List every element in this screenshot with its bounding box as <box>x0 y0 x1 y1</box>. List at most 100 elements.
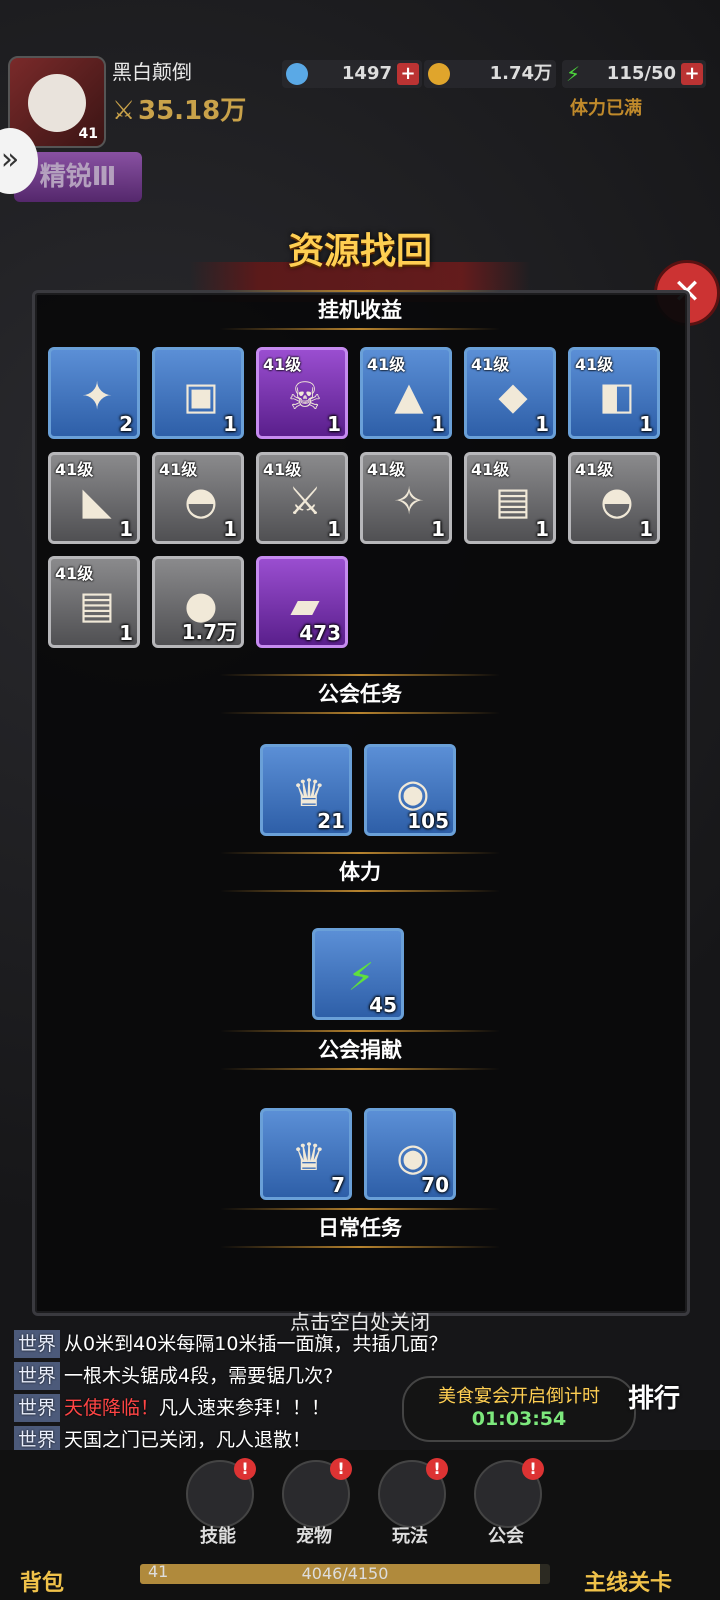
rank-button[interactable]: 排行 <box>628 1378 680 1415</box>
add-gems-button[interactable]: + <box>397 63 419 85</box>
item-level: 41级 <box>367 355 406 374</box>
reward-item[interactable]: ⚡ 45 <box>312 928 404 1020</box>
gem-value: 1497 <box>341 63 392 84</box>
reward-item[interactable]: ☠ 41级 1 <box>256 347 348 439</box>
reward-item[interactable]: ◓ 41级 1 <box>152 452 244 544</box>
stamina-counter: ⚡ 115/50 + <box>562 60 706 88</box>
alert-icon: ! <box>234 1458 256 1480</box>
xp-text: 4046/4150 <box>301 1564 389 1583</box>
item-level: 41级 <box>263 460 302 479</box>
item-level: 41级 <box>159 460 198 479</box>
reward-item[interactable]: ● 1.7万 <box>152 556 244 648</box>
chat-channel-tag: 世界 <box>14 1330 61 1358</box>
collar-icon: ✧ <box>393 479 425 523</box>
item-count: 1 <box>431 517 445 541</box>
lightning-icon: ⚡ <box>566 62 581 86</box>
alert-icon: ! <box>426 1458 448 1480</box>
nav-bag-button[interactable]: 背包 <box>20 1565 64 1597</box>
alert-icon: ! <box>522 1458 544 1480</box>
reward-item[interactable]: ◉ 105 <box>364 744 456 836</box>
chat-text: 一根木头锯成4段，需要锯几次? <box>64 1365 334 1387</box>
resource-recovery-panel <box>32 290 690 1316</box>
reward-item[interactable]: ✦ 2 <box>48 347 140 439</box>
section-title-stamina: 体力 <box>0 852 720 892</box>
nav-main-stage-button[interactable]: 主线关卡 <box>584 1565 672 1597</box>
reward-item[interactable]: ♛ 21 <box>260 744 352 836</box>
item-level: 41级 <box>55 460 94 479</box>
reward-item[interactable]: ◆ 41级 1 <box>464 347 556 439</box>
nav-skill-button[interactable]: ! <box>186 1458 256 1528</box>
item-count: 1 <box>639 517 653 541</box>
bottom-nav: ! 技能 ! 宠物 ! 玩法 ! 公会 背包 主线关卡 4046/4150 41 <box>0 1450 720 1600</box>
bracer-icon: ▤ <box>495 479 531 523</box>
gem-icon <box>286 63 308 85</box>
gold-counter: 1.74万 <box>424 60 556 88</box>
item-count: 2 <box>119 412 133 436</box>
item-count: 1.7万 <box>181 620 237 644</box>
nav-skill-label: 技能 <box>200 1526 236 1547</box>
nav-guild-button[interactable]: ! <box>474 1458 544 1528</box>
add-stamina-button[interactable]: + <box>681 63 703 85</box>
section-title-idle: 挂机收益 <box>0 290 720 330</box>
hat-icon: ◓ <box>600 479 634 523</box>
nav-guild-label: 公会 <box>488 1526 524 1547</box>
hat-icon: ◓ <box>184 479 218 523</box>
top-bar: 41 黑白颠倒 ⚔ 35.18万 1497 + 1.74万 ⚡ 115/50 + … <box>0 50 720 148</box>
double-chevron-icon: » <box>0 142 20 177</box>
item-count: 1 <box>223 517 237 541</box>
reward-item[interactable]: ◉ 70 <box>364 1108 456 1200</box>
reward-item[interactable]: ▤ 41级 1 <box>48 556 140 648</box>
gold-coin-icon <box>428 63 450 85</box>
avatar-face <box>28 74 86 132</box>
nav-play-label: 玩法 <box>392 1526 428 1547</box>
nav-play-button[interactable]: ! <box>378 1458 448 1528</box>
section-title-guild-task: 公会任务 <box>0 674 720 714</box>
nav-pet-label: 宠物 <box>296 1526 332 1547</box>
crossed-swords-icon: ⚔ <box>112 96 136 126</box>
armor-icon: ◆ <box>498 374 528 418</box>
item-count: 21 <box>317 809 345 833</box>
item-level: 41级 <box>575 355 614 374</box>
chat-channel-tag: 世界 <box>14 1362 61 1390</box>
section-title-daily-task: 日常任务 <box>0 1208 720 1248</box>
xp-bar: 4046/4150 <box>140 1564 550 1584</box>
item-count: 1 <box>327 412 341 436</box>
guild-badge-icon: ♛ <box>291 1135 327 1179</box>
item-count: 70 <box>421 1173 449 1197</box>
chat-text: 凡人速来参拜！！！ <box>159 1397 331 1419</box>
chat-highlight: 天使降临！ <box>64 1397 160 1419</box>
chat-line[interactable]: 世界 一根木头锯成4段，需要锯几次? <box>14 1362 333 1390</box>
item-level: 41级 <box>471 355 510 374</box>
reward-item[interactable]: ◧ 41级 1 <box>568 347 660 439</box>
chat-text: 天国之门已关闭，凡人退散！ <box>64 1429 312 1451</box>
item-count: 1 <box>535 517 549 541</box>
event-name: 美食宴会开启倒计时 <box>438 1386 600 1407</box>
reward-item[interactable]: ◓ 41级 1 <box>568 452 660 544</box>
reward-item[interactable]: ◣ 41级 1 <box>48 452 140 544</box>
reward-item[interactable]: ♛ 7 <box>260 1108 352 1200</box>
item-count: 1 <box>535 412 549 436</box>
combat-power-value: 35.18万 <box>138 96 247 126</box>
alert-icon: ! <box>330 1458 352 1480</box>
reward-item[interactable]: ⚔ 41级 1 <box>256 452 348 544</box>
chat-line[interactable]: 世界 从0米到40米每隔10米插一面旗，共插几面？ <box>14 1330 447 1358</box>
xp-level: 41 <box>148 1562 169 1581</box>
sword-icon: ⚔ <box>287 479 323 523</box>
chat-line[interactable]: 世界 天使降临！凡人速来参拜！！！ <box>14 1394 330 1422</box>
reward-item[interactable]: ▲ 41级 1 <box>360 347 452 439</box>
item-level: 41级 <box>263 355 302 374</box>
item-level: 41级 <box>55 564 94 583</box>
item-count: 1 <box>223 412 237 436</box>
item-count: 1 <box>639 412 653 436</box>
dialog-title: 资源找回 <box>287 231 432 272</box>
blueprint-scroll-icon: ✦ <box>81 374 113 418</box>
item-count: 7 <box>331 1173 345 1197</box>
reward-item[interactable]: ▰ 473 <box>256 556 348 648</box>
event-countdown[interactable]: 美食宴会开启倒计时 01:03:54 <box>402 1376 636 1442</box>
chest-scroll-icon: ▣ <box>183 374 219 418</box>
nav-pet-button[interactable]: ! <box>282 1458 352 1528</box>
reward-item[interactable]: ▣ 1 <box>152 347 244 439</box>
reward-item[interactable]: ✧ 41级 1 <box>360 452 452 544</box>
reward-item[interactable]: ▤ 41级 1 <box>464 452 556 544</box>
item-count: 105 <box>407 809 449 833</box>
